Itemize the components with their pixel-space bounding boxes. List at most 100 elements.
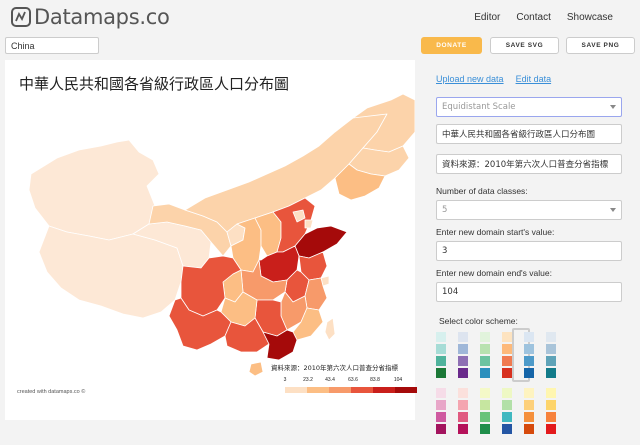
top-bar: Datamaps.co Editor Contact Showcase (0, 0, 640, 33)
color-scheme-option[interactable] (458, 388, 468, 436)
brand-name: Datamaps.co (34, 5, 170, 29)
color-scheme-swatch (502, 424, 512, 434)
end-value-label: Enter new domain end's value: (436, 268, 552, 278)
color-scheme-swatch (480, 356, 490, 366)
color-scheme-option[interactable] (436, 332, 446, 380)
region-hainan (248, 361, 264, 377)
color-scheme-option[interactable] (524, 332, 534, 380)
logo-mark-icon (11, 7, 31, 27)
map-source: 資料來源：2010年第六次人口普查分省指標 (271, 364, 399, 372)
nav-showcase[interactable]: Showcase (567, 12, 613, 23)
legend-tick: 63.6 (348, 377, 358, 383)
color-scheme-option[interactable] (502, 332, 512, 380)
color-scheme-swatch (480, 344, 490, 354)
legend-color-bar (285, 387, 417, 393)
chevron-down-icon (610, 208, 616, 212)
color-scheme-swatch (524, 356, 534, 366)
color-scheme-option[interactable] (502, 388, 512, 436)
color-scheme-swatch (502, 400, 512, 410)
color-scheme-swatch (458, 344, 468, 354)
end-value-field[interactable]: 104 (436, 282, 622, 302)
color-scheme-swatch (524, 424, 534, 434)
color-scheme-swatch (502, 368, 512, 378)
color-scheme-swatch (458, 424, 468, 434)
color-scheme-swatch (502, 332, 512, 342)
color-scheme-option[interactable] (546, 332, 556, 380)
color-scheme-swatch (458, 400, 468, 410)
color-scheme-swatch (546, 356, 556, 366)
color-scheme-swatch (436, 332, 446, 342)
legend-tick: 3 (283, 377, 287, 383)
color-scheme-swatch (436, 344, 446, 354)
save-svg-button[interactable]: SAVE SVG (490, 37, 559, 54)
classes-select[interactable]: 5 (436, 200, 622, 220)
color-scheme-swatch (480, 332, 490, 342)
chevron-down-icon (610, 105, 616, 109)
color-scheme-option[interactable] (480, 332, 490, 380)
scale-select[interactable]: Equidistant Scale (436, 97, 622, 117)
classes-label: Number of data classes: (436, 186, 528, 196)
legend-tick: 23.2 (303, 377, 313, 383)
color-scheme-option[interactable] (436, 388, 446, 436)
legend-swatch (395, 387, 417, 393)
color-scheme-label: Select color scheme: (439, 316, 518, 326)
color-scheme-swatch (436, 368, 446, 378)
color-scheme-swatch (458, 356, 468, 366)
legend-tick: 104 (393, 377, 403, 383)
color-scheme-swatch (546, 388, 556, 398)
color-scheme-option[interactable] (458, 332, 468, 380)
color-scheme-swatch (524, 400, 534, 410)
logo[interactable]: Datamaps.co (11, 5, 170, 29)
start-value-label: Enter new domain start's value: (436, 227, 555, 237)
color-scheme-swatch (436, 412, 446, 422)
legend-swatch (307, 387, 329, 393)
color-scheme-swatch (458, 388, 468, 398)
region-taiwan (324, 317, 336, 341)
color-scheme-swatch (458, 412, 468, 422)
data-links: Upload new data Edit data (436, 74, 551, 84)
legend-swatch (285, 387, 307, 393)
edit-data-link[interactable]: Edit data (516, 74, 552, 84)
donate-button[interactable]: DONATE (421, 37, 482, 54)
color-scheme-swatch (524, 332, 534, 342)
credit-text: created with datamaps.co © (17, 389, 86, 395)
color-scheme-swatch (480, 412, 490, 422)
color-scheme-swatch (546, 332, 556, 342)
save-png-button[interactable]: SAVE PNG (566, 37, 635, 54)
color-scheme-swatch (546, 424, 556, 434)
legend-swatch (351, 387, 373, 393)
region-xinjiang (28, 139, 160, 241)
classes-select-value: 5 (442, 205, 448, 215)
color-scheme-swatch (436, 388, 446, 398)
source-field[interactable]: 資料來源：2010年第六次人口普查分省指標 (436, 154, 622, 174)
color-scheme-swatch (458, 368, 468, 378)
main-nav: Editor Contact Showcase (474, 12, 613, 23)
color-scheme-swatch (546, 400, 556, 410)
color-scheme-swatch (458, 332, 468, 342)
color-scheme-swatch (480, 388, 490, 398)
color-scheme-option[interactable] (524, 388, 534, 436)
map-legend: 3 23.2 43.4 63.6 83.8 104 (283, 377, 417, 393)
start-value-field[interactable]: 3 (436, 241, 622, 261)
color-scheme-swatch (524, 368, 534, 378)
color-scheme-option[interactable] (480, 388, 490, 436)
color-scheme-swatch (524, 344, 534, 354)
title-field[interactable]: 中華人民共和國各省級行政區人口分布圖 (436, 124, 622, 144)
color-scheme-swatch (546, 412, 556, 422)
color-scheme-swatch (480, 424, 490, 434)
map-title: 中華人民共和國各省級行政區人口分布圖 (19, 75, 290, 93)
nav-contact[interactable]: Contact (516, 12, 550, 23)
color-scheme-swatch (502, 388, 512, 398)
color-scheme-swatch (502, 412, 512, 422)
color-scheme-swatch (524, 388, 534, 398)
upload-data-link[interactable]: Upload new data (436, 74, 504, 84)
color-scheme-swatch (502, 356, 512, 366)
country-input[interactable] (5, 37, 99, 54)
settings-panel: Upload new data Edit data Equidistant Sc… (420, 60, 640, 445)
color-scheme-swatch (502, 344, 512, 354)
color-scheme-swatch (546, 344, 556, 354)
color-scheme-swatch (546, 368, 556, 378)
color-scheme-swatch (480, 368, 490, 378)
nav-editor[interactable]: Editor (474, 12, 500, 23)
color-scheme-option[interactable] (546, 388, 556, 436)
